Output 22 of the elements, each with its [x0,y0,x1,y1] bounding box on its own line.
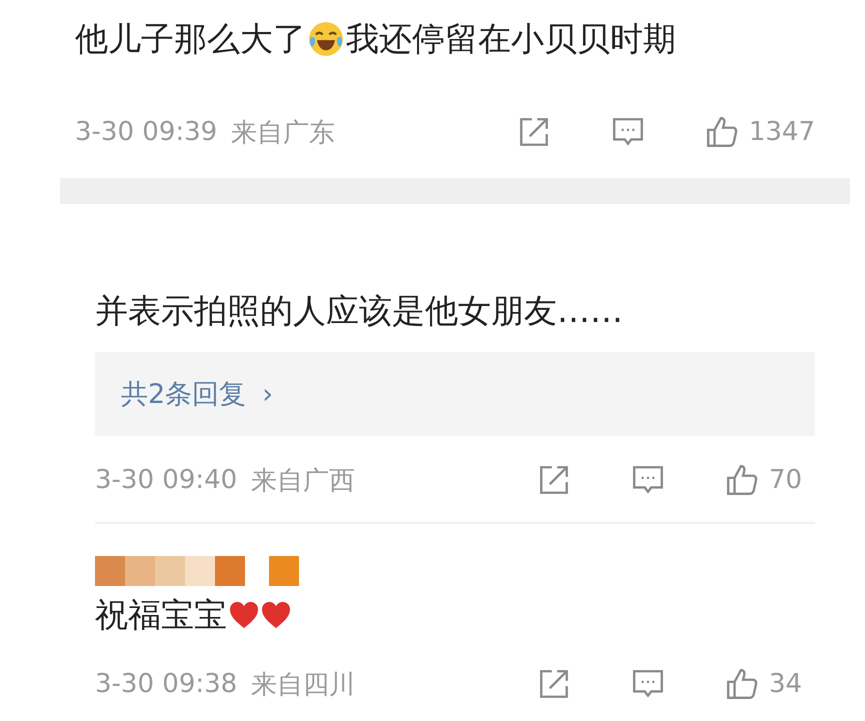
share-icon[interactable] [537,667,571,701]
comment-location: 来自广西 [251,464,356,498]
like-count: 34 [769,669,804,699]
view-replies-link[interactable]: 共2条回复 › [121,376,273,412]
thumbs-up-icon[interactable] [725,667,759,701]
like-count: 70 [769,465,804,495]
like-count: 1347 [748,117,815,147]
heart-icon [261,601,291,629]
comment-location: 来自四川 [251,668,356,702]
comment-text: 他儿子那么大了 [75,18,306,60]
thumbs-up-icon[interactable] [704,115,739,149]
thumbs-up-icon[interactable] [725,463,759,497]
comment-text: 并表示拍照的人应该是他女朋友…… [95,290,623,332]
comment-text: 我还停留在小贝贝时期 [346,18,676,60]
comment-time: 3-30 09:40 [95,465,238,495]
comment-time: 3-30 09:39 [75,117,218,147]
comment-time: 3-30 09:38 [95,669,238,699]
comment-text: 祝福宝宝 [95,594,227,636]
laughing-crying-emoji-icon [308,21,344,57]
share-icon[interactable] [537,463,571,497]
heart-icon [229,601,259,629]
comment-location: 来自广东 [231,116,336,150]
